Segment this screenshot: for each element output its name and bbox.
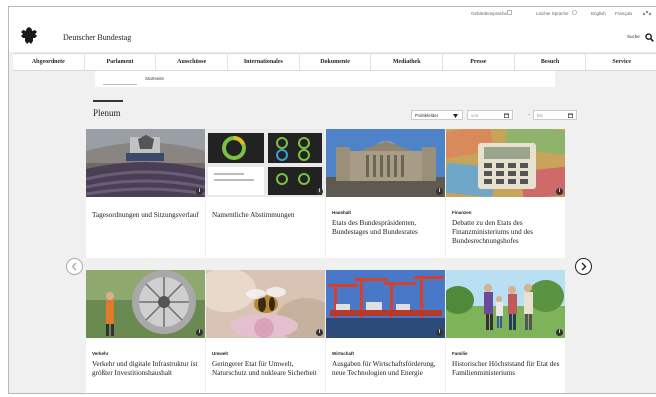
- sign-language-link[interactable]: Gebärdensprache: [471, 11, 507, 16]
- date-separator: -: [528, 113, 530, 118]
- search-label[interactable]: Suche: [627, 34, 640, 39]
- card-category: Haushalt: [332, 210, 352, 215]
- card-category: Verkehr: [92, 351, 109, 356]
- card-category: Wirtschaft: [332, 351, 354, 356]
- card-namentliche-abstimmungen[interactable]: i Namentliche Abstimmungen: [206, 129, 325, 258]
- carousel-next-button[interactable]: [575, 258, 592, 275]
- info-icon[interactable]: i: [196, 329, 203, 336]
- date-from-placeholder: von: [471, 113, 479, 118]
- site-header: Deutscher Bundestag Suche: [9, 20, 656, 52]
- main-nav: Abgeordnete Parlament Ausschüsse Interna…: [13, 53, 656, 71]
- card-title[interactable]: Ausgaben für Wirtschafts­förderung, neue…: [332, 360, 444, 378]
- nav-item-abgeordnete[interactable]: Abgeordnete: [13, 54, 85, 70]
- nav-item-mediathek[interactable]: Mediathek: [371, 54, 444, 70]
- sign-language-icon: [507, 10, 512, 15]
- chevron-left-icon: [71, 262, 77, 271]
- info-icon[interactable]: i: [556, 329, 563, 336]
- share-icon[interactable]: [642, 10, 652, 16]
- english-link[interactable]: English: [591, 11, 606, 16]
- info-icon[interactable]: i: [556, 188, 563, 195]
- browser-page: Gebärdensprache Leichte Sprache English …: [8, 6, 656, 394]
- card-title[interactable]: Debatte zu den Etats des Finanzministeri…: [452, 219, 564, 247]
- breadcrumb-startseite[interactable]: Startseite: [145, 76, 164, 81]
- calendar-icon[interactable]: [504, 113, 509, 118]
- site-title[interactable]: Deutscher Bundestag: [63, 33, 131, 42]
- card-title[interactable]: Historischer Höchststand für Etat des Fa…: [452, 360, 564, 378]
- utility-bar: Gebärdensprache Leichte Sprache English …: [9, 7, 656, 20]
- carousel-prev-button[interactable]: [66, 258, 83, 275]
- nav-item-internationales[interactable]: Internationales: [228, 54, 300, 70]
- nav-item-ausschuesse[interactable]: Ausschüsse: [156, 54, 229, 70]
- politikfelder-label: Politikfelder: [415, 113, 439, 118]
- nav-item-service[interactable]: Service: [586, 54, 656, 70]
- nav-item-besuch[interactable]: Besuch: [515, 54, 587, 70]
- card-title[interactable]: Etats des Bundespräsi­denten, Bundestage…: [332, 219, 444, 237]
- card-title[interactable]: Namentliche Abstimmungen: [212, 211, 324, 220]
- card-title[interactable]: Tagesordnungen und Sitzungsverlauf: [92, 211, 204, 220]
- card-category: Umwelt: [212, 351, 229, 356]
- cable-drum-image: i: [86, 270, 205, 338]
- card-title[interactable]: Verkehr und digitale Infrastruktur ist g…: [92, 360, 204, 378]
- info-icon[interactable]: i: [316, 329, 323, 336]
- federal-eagle-logo[interactable]: [19, 26, 39, 45]
- card-category: Familie: [452, 351, 468, 356]
- french-link[interactable]: Français: [615, 11, 632, 16]
- date-to-field[interactable]: bis: [533, 110, 577, 120]
- info-icon[interactable]: i: [436, 188, 443, 195]
- reichstag-image: i: [326, 129, 445, 197]
- nav-item-dokumente[interactable]: Dokumente: [300, 54, 372, 70]
- info-icon[interactable]: i: [196, 188, 203, 195]
- nav-item-presse[interactable]: Presse: [443, 54, 515, 70]
- search-icon[interactable]: [645, 33, 654, 42]
- card-title[interactable]: Geringerer Etat für Umwelt, Naturschutz …: [212, 360, 324, 378]
- date-from-field[interactable]: von: [467, 110, 513, 120]
- card-category: Finanzen: [452, 210, 472, 215]
- section-rule: [93, 100, 123, 102]
- card-wirtschaft[interactable]: i Wirtschaft Ausgaben für Wirtschafts­fö…: [326, 270, 445, 393]
- bee-flower-image: i: [206, 270, 325, 338]
- card-haushalt[interactable]: i Haushalt Etats des Bundespräsi­denten,…: [326, 129, 445, 258]
- sub-nav: Startseite: [95, 71, 555, 87]
- card-tagesordnungen[interactable]: i Tagesordnungen und Sitzungsverlauf: [86, 129, 205, 258]
- easy-language-icon: [572, 10, 577, 15]
- chevron-right-icon: [581, 262, 587, 271]
- chevron-down-icon: [453, 114, 458, 118]
- nav-item-parlament[interactable]: Parlament: [85, 54, 157, 70]
- sub-nav-underline: [103, 84, 137, 85]
- info-icon[interactable]: i: [316, 188, 323, 195]
- plenary-hall-image: i: [86, 129, 205, 197]
- money-calculator-image: i: [446, 129, 565, 197]
- easy-language-link[interactable]: Leichte Sprache: [536, 11, 569, 16]
- port-cranes-image: i: [326, 270, 445, 338]
- vote-charts-image: i: [206, 129, 325, 197]
- info-icon[interactable]: i: [436, 329, 443, 336]
- card-umwelt[interactable]: i Umwelt Geringerer Etat für Umwelt, Nat…: [206, 270, 325, 393]
- calendar-icon[interactable]: [568, 113, 573, 118]
- card-familie[interactable]: i Familie Historischer Höchststand für E…: [446, 270, 565, 393]
- family-walk-image: i: [446, 270, 565, 338]
- section-title: Plenum: [93, 108, 121, 118]
- card-finanzen[interactable]: i Finanzen Debatte zu den Etats des Fina…: [446, 129, 565, 258]
- date-to-placeholder: bis: [537, 113, 543, 118]
- card-verkehr[interactable]: i Verkehr Verkehr und digitale Infrastru…: [86, 270, 205, 393]
- politikfelder-select[interactable]: Politikfelder: [411, 110, 463, 120]
